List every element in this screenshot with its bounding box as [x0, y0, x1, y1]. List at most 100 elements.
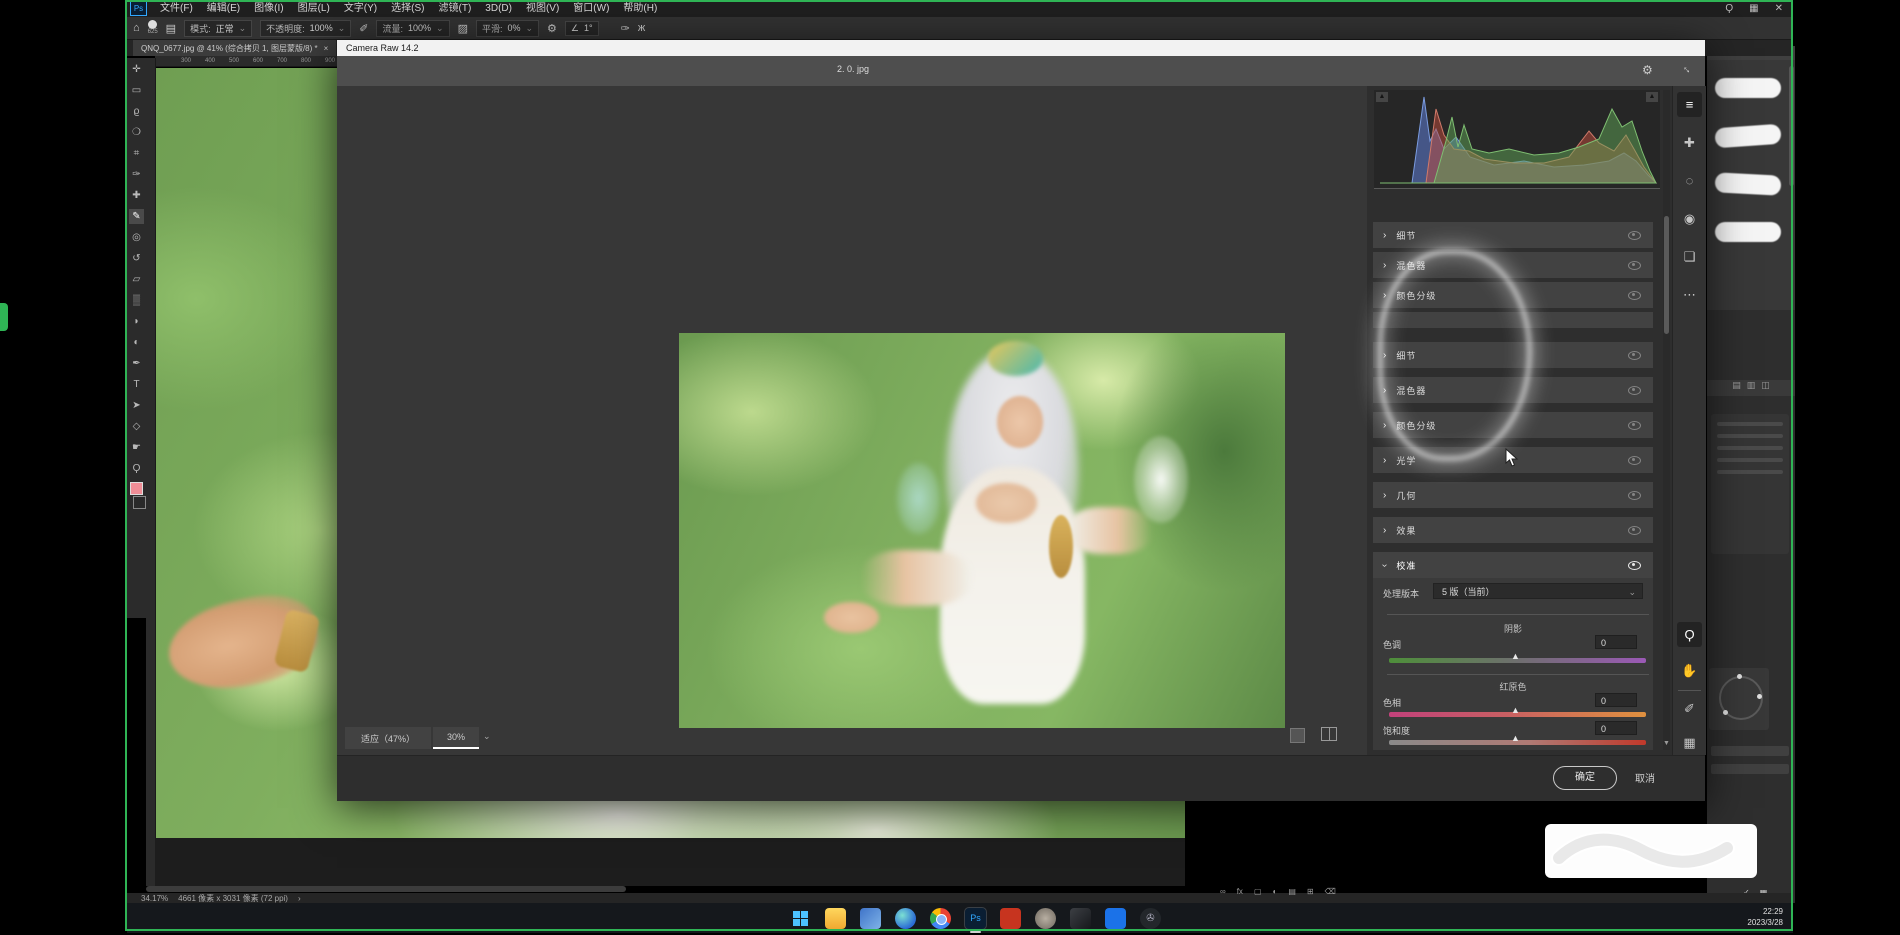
shape-tool-icon[interactable]: ◇: [129, 419, 144, 434]
layer-mask-icon[interactable]: ▢: [1254, 887, 1262, 896]
highlight-clipping-icon[interactable]: ▲: [1646, 92, 1658, 102]
eye-icon[interactable]: [1628, 351, 1641, 360]
smoothing-select[interactable]: 平滑: 0% ⌄: [476, 20, 539, 37]
gear-icon[interactable]: ⚙: [1642, 63, 1653, 77]
chevron-down-icon[interactable]: ⌄: [483, 731, 491, 742]
foreground-color-swatch[interactable]: [130, 482, 143, 495]
lasso-tool-icon[interactable]: ϱ: [129, 104, 144, 119]
eye-icon[interactable]: [1628, 386, 1641, 395]
chrome-browser-icon[interactable]: [930, 908, 951, 929]
filmstrip-toggle-icon[interactable]: [1290, 728, 1305, 743]
text-tool-icon[interactable]: T: [129, 377, 144, 392]
gradient-tool-icon[interactable]: ▒: [129, 293, 144, 308]
home-icon[interactable]: ⌂: [133, 22, 140, 34]
saturation-value[interactable]: 0: [1595, 721, 1637, 735]
brush-stroke-thumbnail[interactable]: [1715, 78, 1781, 98]
blur-tool-icon[interactable]: ◗: [129, 314, 144, 329]
new-layer-icon[interactable]: ⊞: [1307, 887, 1314, 896]
presets-icon[interactable]: ❏: [1677, 244, 1702, 269]
scrollbar-thumb[interactable]: [1664, 216, 1669, 334]
healing-icon[interactable]: ✚: [1677, 130, 1702, 155]
section-calibration-header[interactable]: › 校准: [1373, 552, 1653, 578]
tint-slider[interactable]: ▲: [1389, 658, 1646, 663]
cancel-button[interactable]: 取消: [1635, 770, 1655, 785]
delete-layer-icon[interactable]: ⌫: [1325, 887, 1336, 896]
opacity-select[interactable]: 不透明度: 100% ⌄: [260, 20, 351, 37]
history-brush-tool-icon[interactable]: ↺: [129, 251, 144, 266]
photos-icon[interactable]: [860, 908, 881, 929]
pressure-opacity-icon[interactable]: ✐: [359, 22, 368, 35]
crop-tool-icon[interactable]: ⌗: [129, 146, 144, 161]
adjustment-layer-icon[interactable]: ◐: [1273, 887, 1278, 896]
slider-thumb[interactable]: ▲: [1511, 705, 1520, 715]
menu-select[interactable]: 选择(S): [384, 0, 431, 17]
menu-edit[interactable]: 编辑(E): [200, 0, 247, 17]
file-explorer-icon[interactable]: [825, 908, 846, 929]
adobe-red-app-icon[interactable]: [1000, 908, 1021, 929]
eraser-tool-icon[interactable]: ▱: [129, 272, 144, 287]
path-select-tool-icon[interactable]: ➤: [129, 398, 144, 413]
marquee-tool-icon[interactable]: ▭: [129, 83, 144, 98]
section-geometry[interactable]: › 几何: [1373, 482, 1653, 508]
ok-button[interactable]: 确定: [1553, 766, 1617, 790]
hue-slider[interactable]: ▲: [1389, 712, 1646, 717]
edge-browser-icon[interactable]: [895, 908, 916, 929]
link-icon[interactable]: ∞: [1220, 887, 1226, 896]
eyedropper-tool-icon[interactable]: ✑: [129, 167, 144, 182]
workspace-icon[interactable]: ▦: [1749, 3, 1758, 14]
eye-icon[interactable]: [1628, 421, 1641, 430]
menu-window[interactable]: 窗口(W): [566, 0, 616, 17]
menu-view[interactable]: 视图(V): [519, 0, 566, 17]
dark-app-icon[interactable]: [1070, 908, 1091, 929]
airbrush-icon[interactable]: ▨: [458, 22, 468, 35]
layer-group-icon[interactable]: ▤: [1288, 887, 1296, 896]
tab-close-icon[interactable]: ×: [324, 44, 329, 53]
windows-start-icon[interactable]: [790, 908, 811, 929]
search-icon[interactable]: Ϙ: [1725, 3, 1733, 14]
brush-stroke-thumbnail[interactable]: [1715, 172, 1782, 195]
eye-icon[interactable]: [1628, 231, 1641, 240]
panel-scrollbar[interactable]: ▼: [1663, 90, 1670, 750]
panel-scrollbar[interactable]: [1789, 66, 1794, 186]
edit-sliders-icon[interactable]: ≡: [1677, 92, 1702, 117]
symmetry-butterfly-icon[interactable]: ж: [638, 22, 645, 34]
layer-effects-icon[interactable]: fx: [1237, 887, 1243, 896]
eye-icon[interactable]: [1628, 491, 1641, 500]
panel-tab-icons[interactable]: ▤▥◫: [1707, 380, 1795, 396]
recorder-app-icon[interactable]: ✇: [1140, 908, 1161, 929]
grid-overlay-icon[interactable]: ▦: [1677, 730, 1702, 755]
process-version-select[interactable]: 5 版（当前） ⌄: [1433, 583, 1643, 599]
menu-file[interactable]: 文件(F): [153, 0, 200, 17]
mini-slider[interactable]: [1711, 764, 1789, 774]
menu-help[interactable]: 帮助(H): [616, 0, 664, 17]
shadow-clipping-icon[interactable]: ▲: [1376, 92, 1388, 102]
white-balance-sampler-icon[interactable]: ✐: [1677, 696, 1702, 721]
photoshop-taskbar-icon[interactable]: Ps: [965, 908, 986, 929]
dodge-tool-icon[interactable]: ◐: [129, 335, 144, 350]
section-effects[interactable]: › 效果: [1373, 517, 1653, 543]
panel-icon[interactable]: ◫: [1761, 380, 1770, 396]
quick-select-tool-icon[interactable]: ❍: [129, 125, 144, 140]
tint-value[interactable]: 0: [1595, 635, 1637, 649]
zoom-fit-button[interactable]: 适应（47%）: [345, 727, 431, 749]
brush-tool-icon[interactable]: ✎: [129, 209, 144, 224]
healing-tool-icon[interactable]: ✚: [129, 188, 144, 203]
eye-icon[interactable]: [1628, 456, 1641, 465]
move-tool-icon[interactable]: ✛: [129, 62, 144, 77]
saturation-slider[interactable]: ▲: [1389, 740, 1646, 745]
more-options-icon[interactable]: ⋯: [1677, 282, 1702, 307]
zoom-tool-icon[interactable]: Ϙ: [129, 461, 144, 476]
brush-panel-toggle-icon[interactable]: ▤: [166, 22, 176, 35]
zoom-level-select[interactable]: 30%: [433, 727, 479, 749]
taskbar-clock[interactable]: 22:29 2023/3/28: [1747, 906, 1783, 928]
before-after-view-icon[interactable]: [1321, 727, 1337, 741]
panel-icon[interactable]: ▤: [1732, 380, 1741, 396]
menu-filter[interactable]: 滤镜(T): [432, 0, 479, 17]
histogram[interactable]: ▲ ▲: [1374, 90, 1660, 189]
eye-icon[interactable]: [1628, 291, 1641, 300]
brush-preset-picker[interactable]: 625: [148, 20, 158, 36]
red-eye-icon[interactable]: ◉: [1677, 206, 1702, 231]
menu-type[interactable]: 文字(Y): [337, 0, 384, 17]
gear-icon[interactable]: ⚙: [547, 22, 557, 35]
pressure-size-icon[interactable]: ✑: [621, 22, 630, 35]
